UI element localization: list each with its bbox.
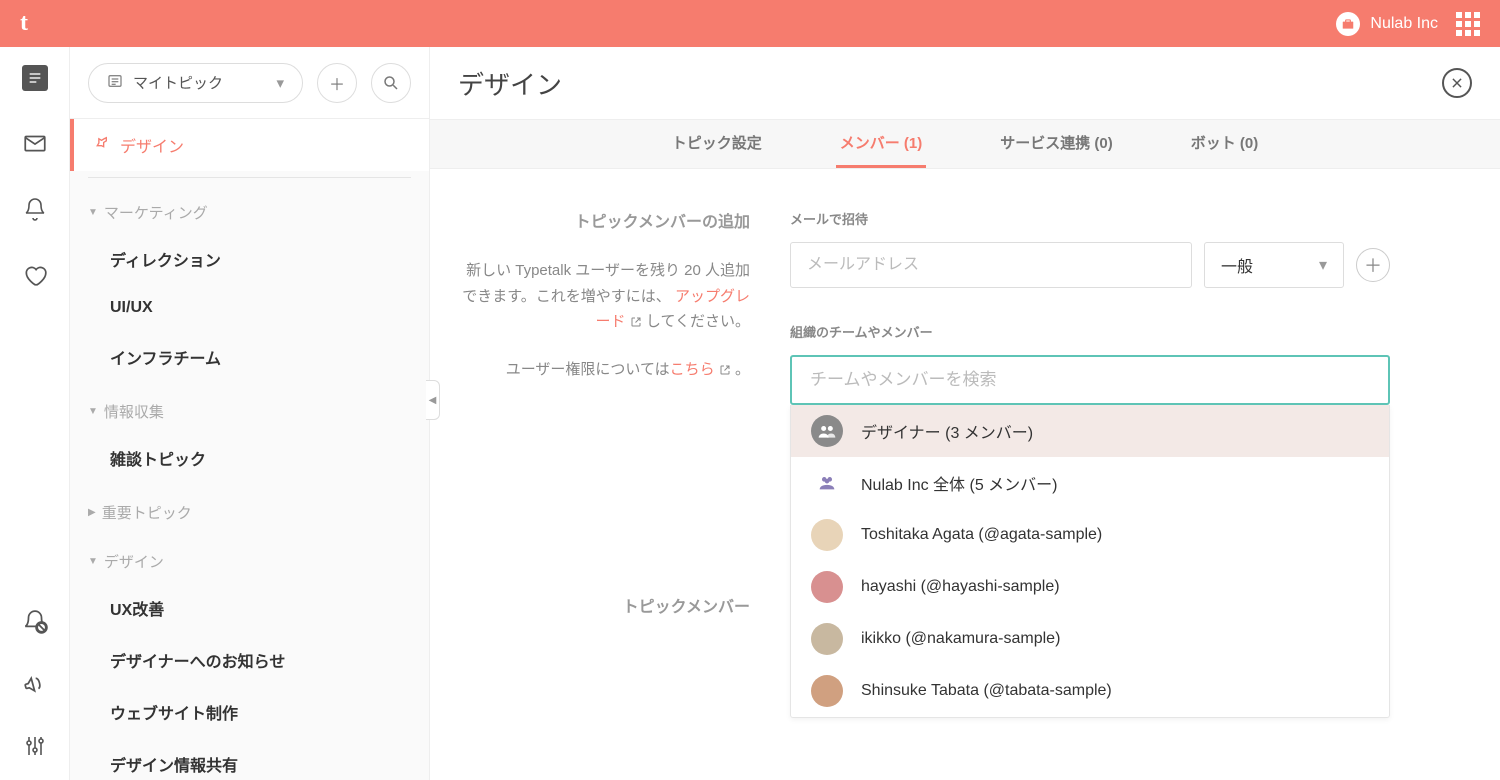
topic-item[interactable]: UX改善 [70, 582, 429, 634]
group-header[interactable]: ▼マーケティング [70, 184, 429, 233]
topic-item[interactable]: UI/UX [70, 285, 429, 331]
org-group-icon [811, 467, 843, 499]
email-invite-label: メールで招待 [790, 209, 1390, 228]
topic-selector-label: マイトピック [133, 72, 223, 93]
group-icon [811, 415, 843, 447]
list-icon [107, 73, 123, 93]
topic-item[interactable]: デザイン情報共有 [70, 738, 429, 780]
avatar [811, 675, 843, 707]
dropdown-option[interactable]: デザイナー (3 メンバー) [791, 405, 1389, 457]
topic-item[interactable]: 雑談トピック [70, 432, 429, 484]
chevron-down-icon: ▾ [276, 74, 284, 92]
topbar: t Nulab Inc [0, 0, 1500, 47]
group-header[interactable]: ▶重要トピック [70, 484, 429, 533]
org-name: Nulab Inc [1370, 15, 1438, 33]
mute-bell-icon[interactable] [21, 608, 49, 636]
pinned-topic[interactable]: デザイン [70, 119, 429, 171]
add-members-heading: トピックメンバーの追加 [460, 209, 750, 236]
external-link-icon [630, 311, 642, 337]
nav-rail [0, 47, 70, 780]
add-topic-button[interactable]: ＋ [317, 63, 357, 103]
dropdown-option[interactable]: Toshitaka Agata (@agata-sample) [791, 509, 1389, 561]
app-logo[interactable]: t [20, 10, 28, 37]
heart-icon[interactable] [21, 261, 49, 289]
avatar [811, 623, 843, 655]
dropdown-option[interactable]: ikikko (@nakamura-sample) [791, 613, 1389, 665]
topic-item[interactable]: デザイナーへのお知らせ [70, 634, 429, 686]
avatar [811, 571, 843, 603]
member-search-dropdown: デザイナー (3 メンバー) Nulab Inc 全体 (5 メンバー) Tos… [790, 405, 1390, 718]
topic-item[interactable]: インフラチーム [70, 331, 429, 383]
main-panel: デザイン トピック設定 メンバー (1) サービス連携 (0) ボット (0) … [430, 47, 1500, 780]
tab-topic-settings[interactable]: トピック設定 [668, 120, 766, 168]
external-link-icon [719, 359, 731, 385]
tabs: トピック設定 メンバー (1) サービス連携 (0) ボット (0) [430, 119, 1500, 169]
topic-members-heading: トピックメンバー [460, 594, 750, 621]
topics-icon[interactable] [22, 65, 48, 91]
pinned-topic-label: デザイン [120, 133, 184, 157]
tab-integrations[interactable]: サービス連携 (0) [996, 120, 1117, 168]
search-button[interactable] [371, 63, 411, 103]
briefcase-icon [1336, 12, 1360, 36]
org-search-label: 組織のチームやメンバー [790, 322, 1390, 341]
group-header[interactable]: ▼デザイン [70, 533, 429, 582]
tab-bots[interactable]: ボット (0) [1187, 120, 1263, 168]
topic-selector[interactable]: マイトピック ▾ [88, 63, 303, 103]
sidebar: マイトピック ▾ ＋ デザイン ▼マーケティング ディレクション UI/UX イ… [70, 47, 430, 780]
sidebar-resize-handle[interactable]: ◀ [426, 380, 440, 420]
dropdown-option[interactable]: Shinsuke Tabata (@tabata-sample) [791, 665, 1389, 717]
dropdown-option[interactable]: hayashi (@hayashi-sample) [791, 561, 1389, 613]
org-switcher[interactable]: Nulab Inc [1336, 12, 1438, 36]
megaphone-icon[interactable] [21, 670, 49, 698]
tab-members[interactable]: メンバー (1) [836, 120, 927, 168]
dropdown-option[interactable]: Nulab Inc 全体 (5 メンバー) [791, 457, 1389, 509]
mail-icon[interactable] [21, 129, 49, 157]
topic-item[interactable]: ウェブサイト制作 [70, 686, 429, 738]
role-select[interactable]: 一般 ▾ [1204, 242, 1344, 288]
permissions-link[interactable]: こちら [670, 361, 715, 378]
topic-item[interactable]: ディレクション [70, 233, 429, 285]
topic-groups: ▼マーケティング ディレクション UI/UX インフラチーム ▼情報収集 雑談ト… [70, 184, 429, 780]
pin-icon [92, 134, 110, 157]
page-title: デザイン [458, 65, 562, 102]
chevron-down-icon: ▾ [1319, 255, 1327, 275]
member-search-input[interactable] [790, 355, 1390, 405]
apps-menu-icon[interactable] [1456, 12, 1480, 36]
add-invite-button[interactable]: ＋ [1356, 248, 1390, 282]
bell-icon[interactable] [21, 195, 49, 223]
section-description: トピックメンバーの追加 新しい Typetalk ユーザーを残り 20 人追加で… [460, 209, 750, 780]
avatar [811, 519, 843, 551]
sliders-icon[interactable] [21, 732, 49, 760]
group-header[interactable]: ▼情報収集 [70, 383, 429, 432]
email-input[interactable] [790, 242, 1192, 288]
close-button[interactable] [1442, 68, 1472, 98]
